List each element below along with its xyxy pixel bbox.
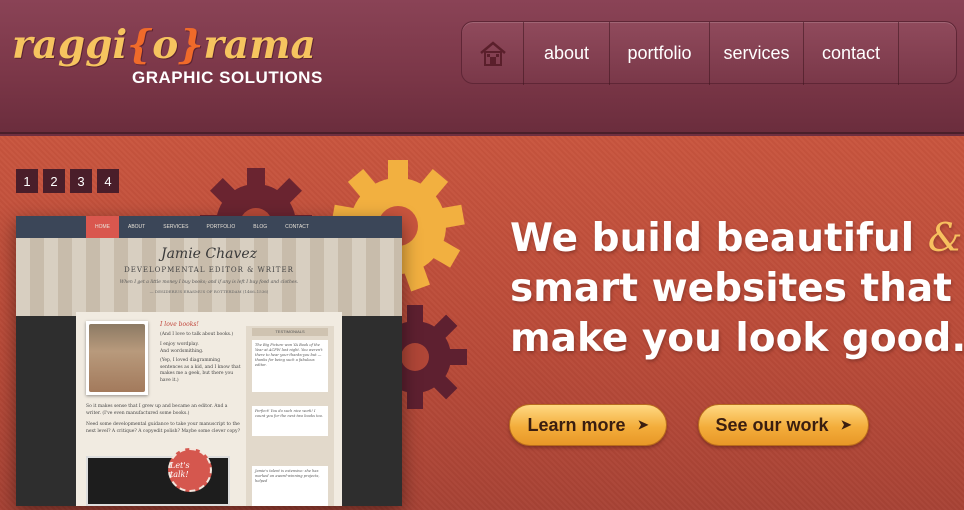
portfolio-screenshot[interactable]: HOME ABOUT SERVICES PORTFOLIO BLOG CONTA…: [16, 216, 402, 506]
arrow-right-icon: ➤: [637, 417, 649, 432]
screenshot-para-2: Need some developmental guidance to take…: [86, 422, 240, 434]
headline-line-1: We build beautiful: [510, 216, 915, 261]
learn-more-label: Learn more: [527, 414, 626, 435]
slide-page-3[interactable]: 3: [70, 169, 92, 193]
headline-line-3: make you look good.: [510, 316, 964, 361]
screenshot-portrait: [86, 321, 148, 395]
screenshot-nav-about: ABOUT: [128, 224, 146, 230]
screenshot-nav-services: SERVICES: [163, 224, 189, 230]
headline-line-2: smart websites that: [510, 266, 952, 311]
slide-page-2[interactable]: 2: [43, 169, 65, 193]
slide-pager: 1 2 3 4: [16, 169, 119, 193]
slide-page-4[interactable]: 4: [97, 169, 119, 193]
nav-portfolio[interactable]: portfolio: [610, 22, 710, 85]
headline-ampersand: &: [927, 216, 963, 261]
screenshot-subtitle: DEVELOPMENTAL EDITOR & WRITER: [124, 266, 294, 274]
screenshot-love-heading: I love books!: [160, 321, 199, 328]
nav-about[interactable]: about: [524, 22, 610, 85]
screenshot-talk-badge: Let's talk!: [168, 448, 212, 492]
hero-headline: We build beautiful & smart websites that…: [510, 214, 964, 364]
screenshot-para-1: So it makes sense that I grew up and bec…: [86, 404, 228, 416]
screenshot-intro-1: (And I love to talk about books.): [160, 332, 234, 337]
site-logo[interactable]: raggi{o}rama GRAPHIC SOLUTIONS: [12, 22, 322, 92]
site-header: raggi{o}rama GRAPHIC SOLUTIONS about por…: [0, 0, 964, 134]
see-work-label: See our work: [715, 414, 829, 435]
screenshot-testimonial-1: The Big Picture won YA Book of the Year …: [252, 340, 328, 392]
screenshot-name: Jamie Chavez: [160, 246, 258, 262]
nav-home[interactable]: [462, 22, 524, 85]
nav-services[interactable]: services: [710, 22, 804, 85]
main-nav: about portfolio services contact: [461, 21, 957, 85]
screenshot-sidebar-title: TESTIMONIALS: [252, 328, 328, 336]
logo-wordmark: raggi{o}rama: [12, 22, 316, 68]
nav-contact[interactable]: contact: [804, 22, 899, 85]
screenshot-nav-home: HOME: [86, 216, 119, 238]
screenshot-nav-blog: BLOG: [253, 224, 268, 230]
screenshot-nav-contact: CONTACT: [285, 224, 309, 230]
screenshot-intro-2: I enjoy wordplay.: [160, 342, 199, 347]
see-our-work-button[interactable]: See our work ➤: [698, 404, 869, 446]
screenshot-intro-4: (Yep, I loved diagramming sentences as a…: [160, 358, 241, 383]
slide-page-1[interactable]: 1: [16, 169, 38, 193]
screenshot-quote: When I get a little money I buy books; a…: [119, 280, 299, 285]
arrow-right-icon: ➤: [840, 417, 852, 432]
learn-more-button[interactable]: Learn more ➤: [509, 404, 667, 446]
logo-tagline: GRAPHIC SOLUTIONS: [132, 68, 323, 87]
screenshot-cite: — DESIDERIUS ERASMUS OF ROTTERDAM (1466–…: [149, 289, 269, 294]
screenshot-testimonial-3: Jamie's talent is extensive: she has wor…: [252, 466, 328, 506]
screenshot-intro-3: And wordsmithing.: [160, 349, 204, 354]
screenshot-nav-portfolio: PORTFOLIO: [206, 224, 236, 230]
screenshot-testimonial-2: Perfect! You do such nice work! I count …: [252, 406, 328, 436]
screenshot-nav: HOME ABOUT SERVICES PORTFOLIO BLOG CONTA…: [16, 216, 402, 238]
hero-slider: 1 2 3 4 HOME ABOUT SERVICES PORTFOLIO BL…: [0, 136, 964, 510]
home-icon: [479, 40, 506, 66]
